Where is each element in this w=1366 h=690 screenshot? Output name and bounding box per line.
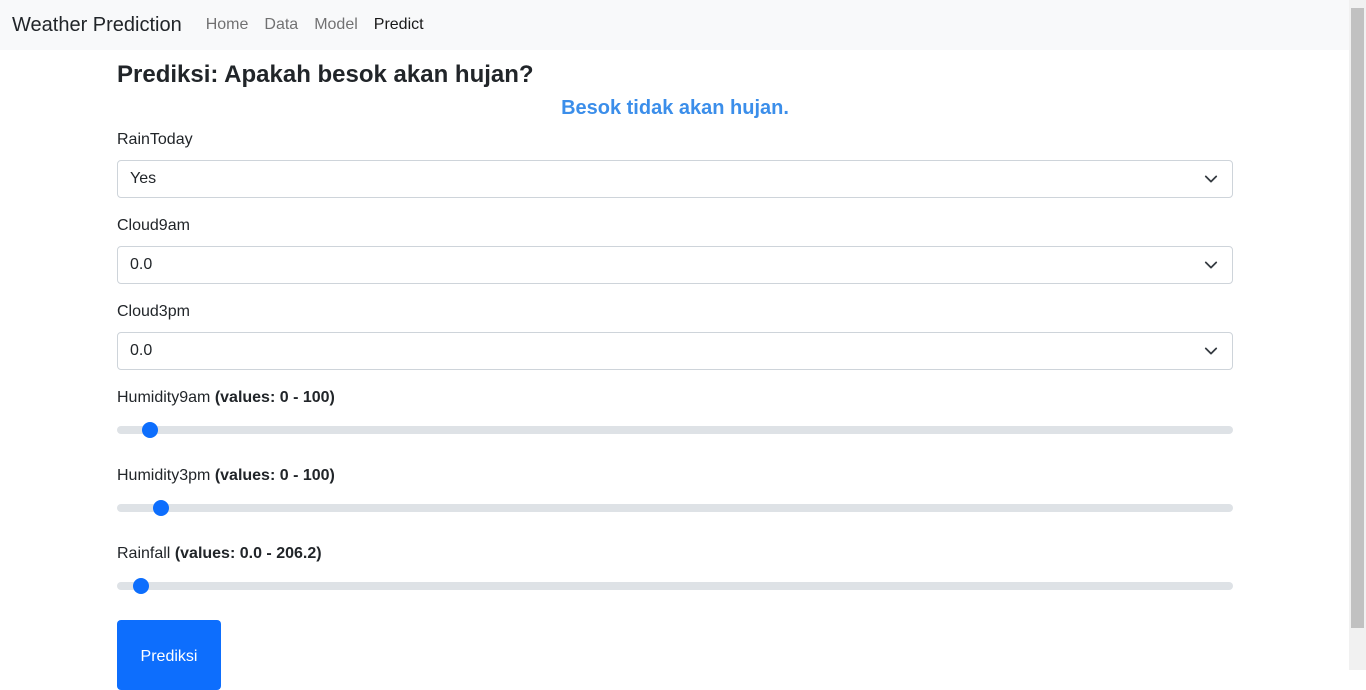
humidity3pm-hint: (values: 0 - 100)	[214, 467, 335, 484]
rainfall-hint: (values: 0.0 - 206.2)	[174, 545, 322, 562]
rainfall-label-text: Rainfall	[117, 545, 171, 562]
cloud9am-select[interactable]: 0.0	[117, 246, 1233, 284]
humidity9am-hint: (values: 0 - 100)	[214, 389, 335, 406]
navbar-brand[interactable]: Weather Prediction	[12, 14, 182, 37]
page-title: Prediksi: Apakah besok akan hujan?	[117, 61, 534, 88]
predict-button[interactable]: Prediksi	[117, 620, 221, 690]
slider-track[interactable]	[117, 426, 1233, 434]
cloud3pm-select[interactable]: 0.0	[117, 332, 1233, 370]
humidity9am-label: Humidity9am (values: 0 - 100)	[117, 389, 335, 407]
humidity3pm-label-text: Humidity3pm	[117, 467, 211, 484]
rain-today-select[interactable]: Yes	[117, 160, 1233, 198]
slider-thumb[interactable]	[142, 422, 158, 438]
navbar: Weather Prediction Home Data Model Predi…	[0, 0, 1349, 50]
chevron-down-icon	[1204, 261, 1218, 269]
rain-today-value: Yes	[130, 170, 157, 187]
rain-today-label: RainToday	[117, 131, 193, 148]
slider-track[interactable]	[117, 582, 1233, 590]
nav-link-data[interactable]: Data	[256, 16, 306, 34]
cloud9am-value: 0.0	[130, 256, 153, 273]
chevron-down-icon	[1204, 175, 1218, 183]
prediction-result: Besok tidak akan hujan.	[561, 97, 789, 119]
scrollbar-thumb[interactable]	[1351, 8, 1364, 628]
humidity9am-slider[interactable]	[117, 422, 1233, 438]
rainfall-slider[interactable]	[117, 578, 1233, 594]
cloud9am-label: Cloud9am	[117, 217, 190, 234]
nav-link-predict[interactable]: Predict	[366, 16, 432, 34]
slider-thumb[interactable]	[133, 578, 149, 594]
cloud3pm-value: 0.0	[130, 342, 153, 359]
scrollbar[interactable]	[1349, 0, 1366, 670]
slider-track[interactable]	[117, 504, 1233, 512]
humidity9am-label-text: Humidity9am	[117, 389, 211, 406]
humidity3pm-label: Humidity3pm (values: 0 - 100)	[117, 467, 335, 485]
nav-link-model[interactable]: Model	[306, 16, 366, 34]
slider-thumb[interactable]	[153, 500, 169, 516]
nav-link-home[interactable]: Home	[198, 16, 257, 34]
chevron-down-icon	[1204, 347, 1218, 355]
cloud3pm-label: Cloud3pm	[117, 303, 190, 320]
humidity3pm-slider[interactable]	[117, 500, 1233, 516]
rainfall-label: Rainfall (values: 0.0 - 206.2)	[117, 545, 322, 563]
